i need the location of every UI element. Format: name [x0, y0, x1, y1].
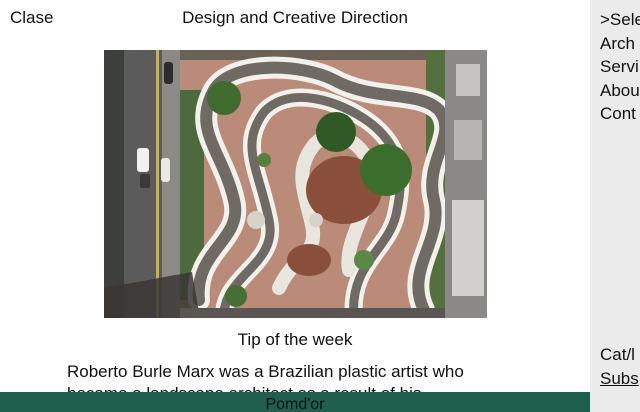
nav-item-contact[interactable]: Cont — [600, 102, 640, 126]
footer-bar[interactable]: Pomd'or — [0, 392, 590, 412]
page: Clase Design and Creative Direction Tip … — [0, 0, 640, 412]
nav-item-selected[interactable]: >Sele — [600, 8, 640, 32]
nav-item-about[interactable]: Abou — [600, 79, 640, 103]
main-content: Clase Design and Creative Direction Tip … — [0, 0, 590, 412]
garden-aerial-illustration — [104, 50, 487, 318]
sidebar-nav: >Sele Arch Servi Abou Cont — [600, 8, 640, 126]
sidebar: >Sele Arch Servi Abou Cont Cat/l Subs — [590, 0, 640, 412]
subscribe-link[interactable]: Subs — [600, 367, 639, 391]
nav-item-services[interactable]: Servi — [600, 55, 640, 79]
language-switch[interactable]: Cat/l — [600, 343, 639, 367]
hero-image — [104, 50, 487, 318]
nav-item-archive[interactable]: Arch — [600, 32, 640, 56]
site-tagline: Design and Creative Direction — [182, 8, 408, 27]
section-title: Tip of the week — [237, 330, 353, 349]
sidebar-footer: Cat/l Subs — [600, 343, 639, 390]
footer-label[interactable]: Pomd'or — [0, 395, 590, 412]
